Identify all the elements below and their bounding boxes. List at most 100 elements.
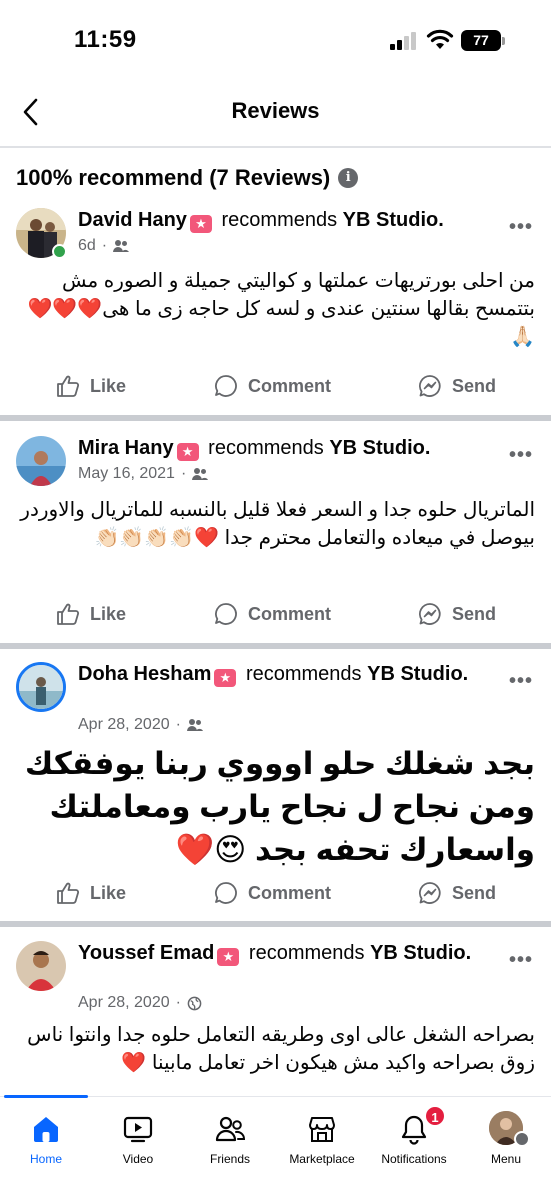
like-button[interactable]: Like [56,602,126,626]
author-name[interactable]: Doha Hesham [78,663,211,685]
like-icon [57,603,80,625]
comment-button[interactable]: Comment [214,374,331,398]
send-button[interactable]: Send [418,881,496,905]
review-actions: Like Comment Send [0,881,551,911]
recommends-label: recommends [248,942,365,964]
comment-icon [215,603,237,625]
more-options-icon[interactable]: ••• [509,444,533,467]
review-text: من احلى بورتريهات عملتها و كواليتي جميلة… [27,270,535,348]
status-bar: 11:59 77 [0,0,551,82]
comment-icon [215,375,237,397]
tab-friends[interactable]: Friends [184,1097,276,1177]
header-divider [0,146,551,148]
tab-label: Notifications [381,1152,447,1166]
send-button[interactable]: Send [418,602,496,626]
section-divider [0,415,551,421]
review-meta: May 16, 2021 · [78,465,209,483]
recommend-badge-icon: ★ [189,215,212,233]
send-label: Send [452,603,497,624]
friends-icon [215,1116,246,1142]
comment-label: Comment [248,375,332,396]
avatar[interactable] [16,436,66,486]
active-tab-indicator [4,1095,88,1098]
review-time[interactable]: Apr 28, 2020 [78,716,170,734]
cellular-signal-icon [390,32,420,50]
recommends-label: recommends [208,437,324,459]
like-button[interactable]: Like [56,881,126,905]
section-divider [0,643,551,649]
messenger-icon [419,603,441,625]
summary-text: 100% recommend (7 Reviews) [16,165,331,190]
review-actions: Like Comment Send [0,374,551,404]
like-icon [57,375,80,397]
page-name[interactable]: YB Studio. [370,942,471,964]
avatar[interactable] [16,662,66,712]
like-button[interactable]: Like [56,374,126,398]
send-label: Send [452,375,497,396]
comment-button[interactable]: Comment [214,881,331,905]
review-header: David Hany ★ recommends YB Studio. [78,208,498,233]
tab-menu[interactable]: Menu [460,1097,551,1177]
tab-home[interactable]: Home [0,1095,92,1177]
tab-label: Menu [490,1152,522,1166]
like-label: Like [90,603,127,624]
friends-icon [192,468,209,480]
avatar[interactable] [16,941,66,991]
messenger-icon [419,882,441,904]
review-meta: Apr 28, 2020 · [78,994,202,1012]
comment-icon [215,882,237,904]
header: Reviews [0,82,551,144]
more-options-icon[interactable]: ••• [509,216,533,239]
tab-label: Video [122,1152,154,1166]
page-name[interactable]: YB Studio. [329,437,430,459]
review-header: Mira Hany ★ recommends YB Studio. [78,436,498,461]
recommends-label: recommends [221,209,338,231]
author-name[interactable]: David Hany [78,209,187,231]
home-icon [34,1117,58,1142]
section-divider [0,921,551,927]
review-time[interactable]: 6d [78,237,96,255]
comment-label: Comment [248,603,332,624]
recommends-label: recommends [245,663,362,685]
page-name[interactable]: YB Studio. [367,663,468,685]
send-button[interactable]: Send [418,374,496,398]
battery-tip [502,37,505,45]
info-icon[interactable]: i [338,168,359,188]
review-meta: 6d · [78,237,130,255]
review-header: Doha Hesham ★ recommends YB Studio. [78,662,498,687]
comment-button[interactable]: Comment [214,602,331,626]
comment-label: Comment [248,882,332,903]
review-time[interactable]: Apr 28, 2020 [78,994,170,1012]
like-label: Like [90,882,127,903]
author-name[interactable]: Youssef Emad [78,942,214,964]
wifi-icon [426,29,454,49]
battery-icon: 77 [461,30,501,51]
messenger-icon [419,375,441,397]
tab-notifications[interactable]: 1 Notifications [368,1097,460,1177]
tab-label: Home [29,1152,62,1166]
globe-icon [187,996,202,1010]
page-title: Reviews [231,98,320,123]
author-name[interactable]: Mira Hany [78,437,174,459]
review-time[interactable]: May 16, 2021 [78,465,175,483]
marketplace-icon [309,1117,335,1142]
review-text: الماتريال حلوه جدا و السعر فعلا قليل بال… [20,499,535,549]
tab-video[interactable]: Video [92,1097,184,1177]
like-icon [57,882,80,904]
recommend-badge-icon: ★ [214,669,237,687]
review-header: Youssef Emad ★ recommends YB Studio. [78,941,498,966]
more-options-icon[interactable]: ••• [509,670,533,693]
tab-marketplace[interactable]: Marketplace [276,1097,368,1177]
page-name[interactable]: YB Studio. [343,209,444,231]
settings-gear-icon [514,1131,530,1147]
review-actions: Like Comment Send [0,602,551,632]
friends-icon [186,719,203,731]
review-text: بصراحه الشغل عالى اوى وطريقه التعامل حلو… [27,1024,535,1074]
tab-label: Marketplace [289,1152,355,1166]
more-options-icon[interactable]: ••• [509,949,533,972]
send-label: Send [452,882,497,903]
reviews-summary: 100% recommend (7 Reviews) i [16,165,359,191]
recommend-badge-icon: ★ [176,443,199,461]
review-meta: Apr 28, 2020 · [78,716,203,734]
status-time: 11:59 [74,26,137,53]
